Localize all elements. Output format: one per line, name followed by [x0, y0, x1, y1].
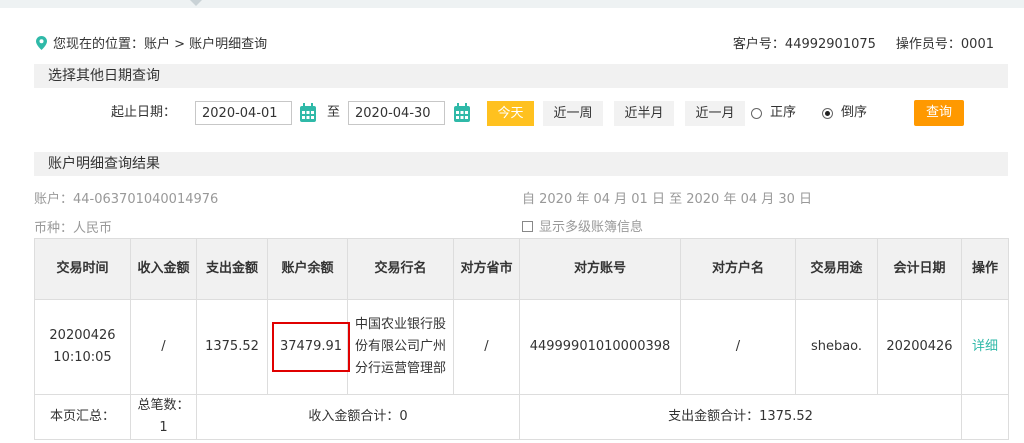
last-week-button[interactable]: 近一周	[543, 101, 603, 126]
breadcrumb: 您现在的位置：账户 > 账户明细查询	[36, 33, 267, 52]
sort-descending-label: 倒序	[841, 105, 868, 120]
last-month-button[interactable]: 近一月	[685, 101, 745, 126]
header-account-date: 会计日期	[877, 238, 962, 300]
header-balance: 账户余额	[267, 238, 348, 300]
sort-ascending-radio[interactable]: 正序	[751, 98, 796, 128]
today-button[interactable]: 今天	[487, 101, 534, 126]
cell-province: /	[453, 299, 520, 395]
cell-transaction-time: 20200426 10:10:05	[34, 299, 131, 395]
table-header-row: 交易时间 收入金额 支出金额 账户余额 交易行名 对方省市 对方账号 对方户名 …	[34, 238, 1009, 300]
header-purpose: 交易用途	[795, 238, 878, 300]
result-section-title: 账户明细查询结果	[34, 152, 1008, 176]
table-row: 20200426 10:10:05 / 1375.52 37479.91 中国农…	[34, 299, 1009, 395]
calendar-icon[interactable]	[453, 103, 471, 123]
end-date-input[interactable]	[348, 101, 445, 125]
cell-expense: 1375.52	[196, 299, 268, 395]
nav-caret-icon	[190, 0, 202, 6]
header-bank-name: 交易行名	[347, 238, 454, 300]
header-transaction-time: 交易时间	[34, 238, 131, 300]
location-pin-icon	[36, 35, 47, 50]
header-action: 操作	[961, 238, 1009, 300]
date-query-section-title: 选择其他日期查询	[34, 64, 1008, 88]
calendar-icon[interactable]	[299, 103, 317, 123]
date-filter-row: 起止日期： 至 今天 近一周 近半月 近一月 正序 倒序 查询	[0, 98, 1024, 128]
multi-ledger-option[interactable]: 显示多级账簿信息	[522, 216, 643, 235]
transaction-clock: 10:10:05	[53, 350, 112, 365]
date-range-text: 自 2020 年 04 月 01 日 至 2020 年 04 月 30 日	[522, 192, 813, 207]
cell-account-date: 20200426	[877, 299, 962, 395]
detail-link[interactable]: 详细	[972, 339, 998, 354]
cell-bank-name: 中国农业银行股份有限公司广州分行运营管理部	[347, 299, 454, 395]
radio-checked-icon[interactable]	[822, 107, 833, 119]
checkbox-icon[interactable]	[522, 221, 533, 232]
header-income: 收入金额	[130, 238, 197, 300]
date-range-label: 起止日期：	[111, 105, 177, 120]
balance-highlight: 37479.91	[272, 322, 351, 372]
summary-row: 本页汇总： 总笔数：1 收入金额合计：0 支出金额合计：1375.52	[34, 394, 1009, 440]
top-strip	[0, 0, 1024, 8]
summary-count: 总笔数：1	[130, 394, 197, 440]
customer-id: 客户号：44992901075	[732, 37, 876, 52]
start-date-input[interactable]	[195, 101, 292, 125]
header-counter-account: 对方账号	[519, 238, 681, 300]
transaction-table: 交易时间 收入金额 支出金额 账户余额 交易行名 对方省市 对方账号 对方户名 …	[34, 238, 1009, 440]
header-counter-name: 对方户名	[680, 238, 796, 300]
cell-counter-account: 44999901010000398	[519, 299, 681, 395]
sort-descending-radio[interactable]: 倒序	[822, 98, 867, 128]
summary-label: 本页汇总：	[34, 394, 131, 440]
search-button[interactable]: 查询	[914, 100, 964, 126]
summary-income-total: 收入金额合计：0	[196, 394, 520, 440]
header-province: 对方省市	[453, 238, 520, 300]
cell-balance: 37479.91	[267, 299, 351, 395]
radio-unchecked-icon[interactable]	[751, 107, 762, 119]
cell-counter-name: /	[680, 299, 796, 395]
sort-ascending-label: 正序	[770, 105, 797, 120]
summary-expense-total: 支出金额合计：1375.52	[519, 394, 962, 440]
breadcrumb-text: 您现在的位置：账户 > 账户明细查询	[53, 37, 268, 52]
last-half-month-button[interactable]: 近半月	[614, 101, 674, 126]
header-expense: 支出金额	[196, 238, 268, 300]
account-number: 账户：44-063701040014976	[34, 192, 219, 207]
currency-text: 币种：人民币	[34, 221, 113, 236]
transaction-date: 20200426	[49, 328, 116, 343]
date-separator: 至	[327, 105, 341, 120]
cell-action: 详细	[961, 299, 1009, 395]
customer-info: 客户号：44992901075 操作员号：0001	[733, 33, 994, 52]
operator-id: 操作员号：0001	[895, 37, 994, 52]
cell-income: /	[130, 299, 197, 395]
cell-purpose: shebao.	[795, 299, 878, 395]
multi-ledger-label: 显示多级账簿信息	[539, 220, 644, 235]
summary-empty-cell	[961, 394, 1009, 440]
